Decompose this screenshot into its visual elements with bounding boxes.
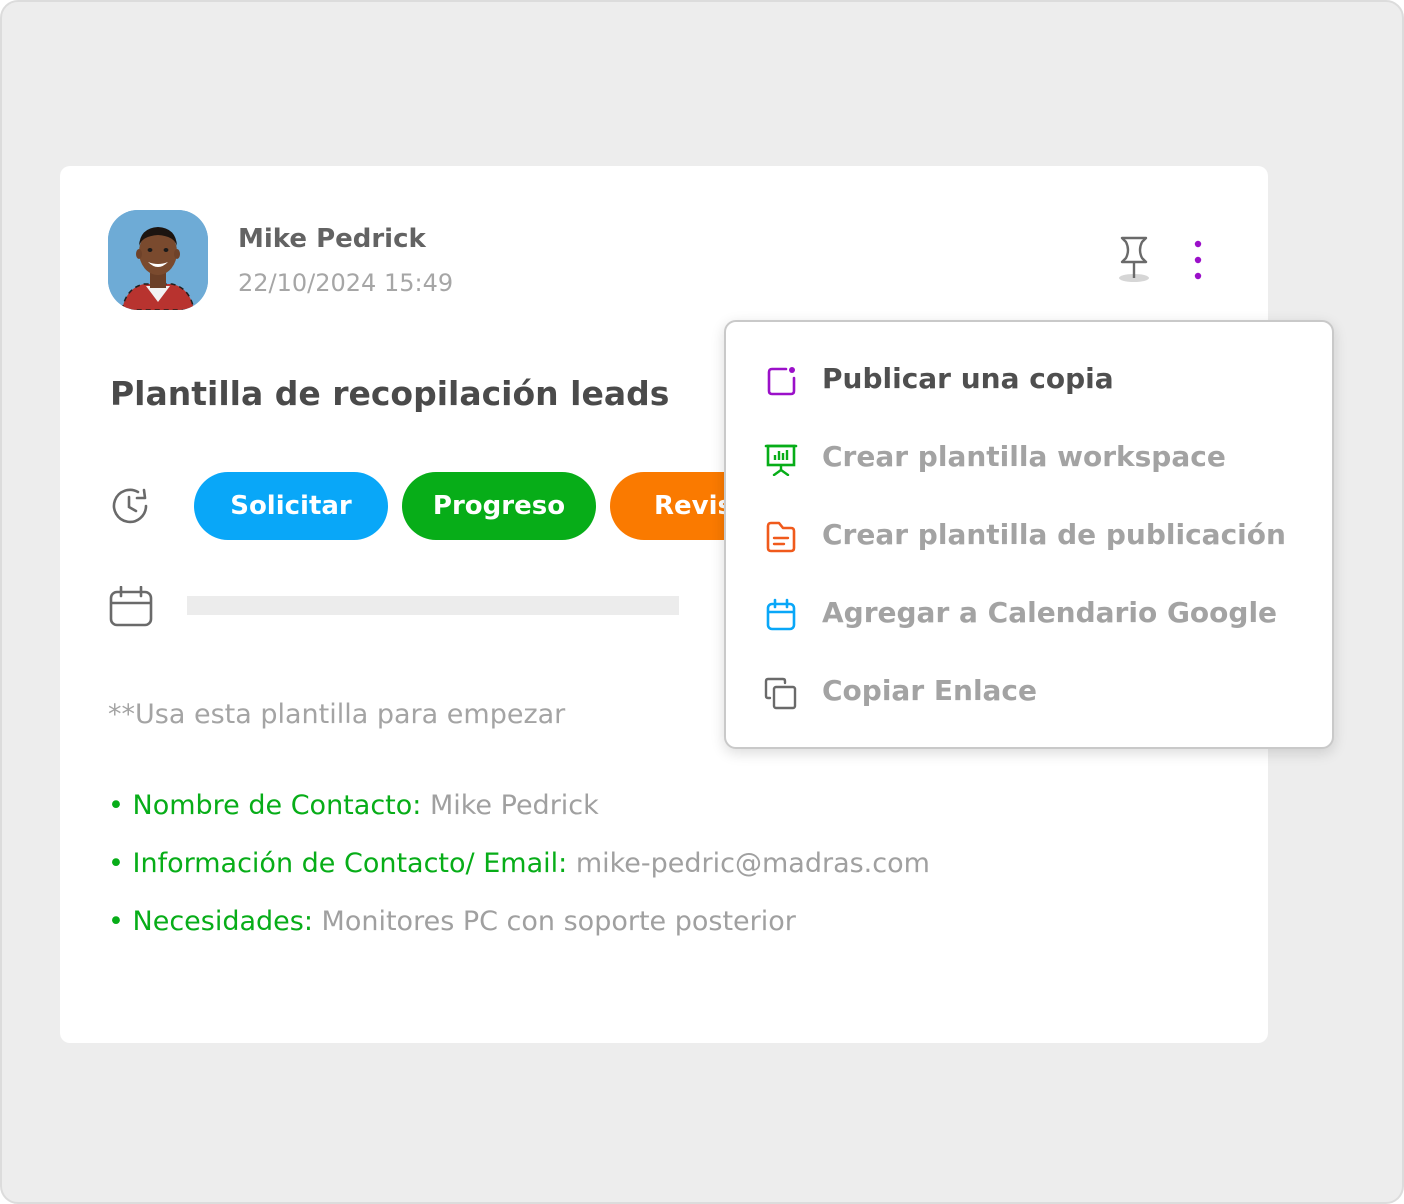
post-options-menu: Publicar una copia Crear plantilla works… xyxy=(724,320,1334,749)
field-contact-name: • Nombre de Contacto: Mike Pedrick xyxy=(108,790,599,821)
avatar-photo xyxy=(108,210,208,310)
menu-item-crear-plantilla-publicacion[interactable]: Crear plantilla de publicación xyxy=(726,498,1332,576)
author-name: Mike Pedrick xyxy=(238,224,426,254)
copy-icon xyxy=(764,677,797,710)
field-value: mike-pedric@madras.com xyxy=(567,848,930,879)
avatar[interactable] xyxy=(108,210,208,310)
field-label: • Necesidades: xyxy=(108,906,313,937)
field-value: Mike Pedrick xyxy=(421,790,599,821)
presentation-board-icon xyxy=(764,444,798,476)
field-needs: • Necesidades: Monitores PC con soporte … xyxy=(108,906,796,937)
menu-item-agregar-calendario[interactable]: Agregar a Calendario Google xyxy=(726,576,1332,654)
field-label: • Información de Contacto/ Email: xyxy=(108,848,568,879)
menu-item-label: Crear plantilla de publicación xyxy=(822,518,1286,551)
date-placeholder-bar xyxy=(187,596,679,615)
publish-copy-icon xyxy=(767,367,796,396)
calendar-icon xyxy=(109,586,153,627)
field-contact-email: • Información de Contacto/ Email: mike-p… xyxy=(108,848,930,879)
clock-history-icon xyxy=(112,488,148,524)
menu-item-label: Agregar a Calendario Google xyxy=(822,596,1278,629)
field-label: • Nombre de Contacto: xyxy=(108,790,422,821)
menu-item-label: Publicar una copia xyxy=(822,362,1114,395)
intro-text: **Usa esta plantilla para empezar xyxy=(108,699,566,730)
document-icon xyxy=(766,521,796,553)
vertical-dots-icon[interactable] xyxy=(1186,238,1210,282)
calendar-icon xyxy=(766,598,796,631)
field-value: Monitores PC con soporte posterior xyxy=(312,906,796,937)
menu-item-copiar-enlace[interactable]: Copiar Enlace xyxy=(726,654,1332,732)
menu-item-publicar-copia[interactable]: Publicar una copia xyxy=(726,342,1332,420)
menu-item-label: Copiar Enlace xyxy=(822,674,1038,707)
post-timestamp: 22/10/2024 15:49 xyxy=(238,269,454,297)
menu-item-label: Crear plantilla workspace xyxy=(822,440,1226,473)
app-frame: Mike Pedrick 22/10/2024 15:49 Plantilla … xyxy=(0,0,1404,1204)
pin-icon[interactable] xyxy=(1116,234,1152,284)
post-title: Plantilla de recopilación leads xyxy=(110,374,670,413)
menu-item-crear-plantilla-workspace[interactable]: Crear plantilla workspace xyxy=(726,420,1332,498)
status-chip-solicitar[interactable]: Solicitar xyxy=(194,472,388,540)
status-chip-progreso[interactable]: Progreso xyxy=(402,472,596,540)
